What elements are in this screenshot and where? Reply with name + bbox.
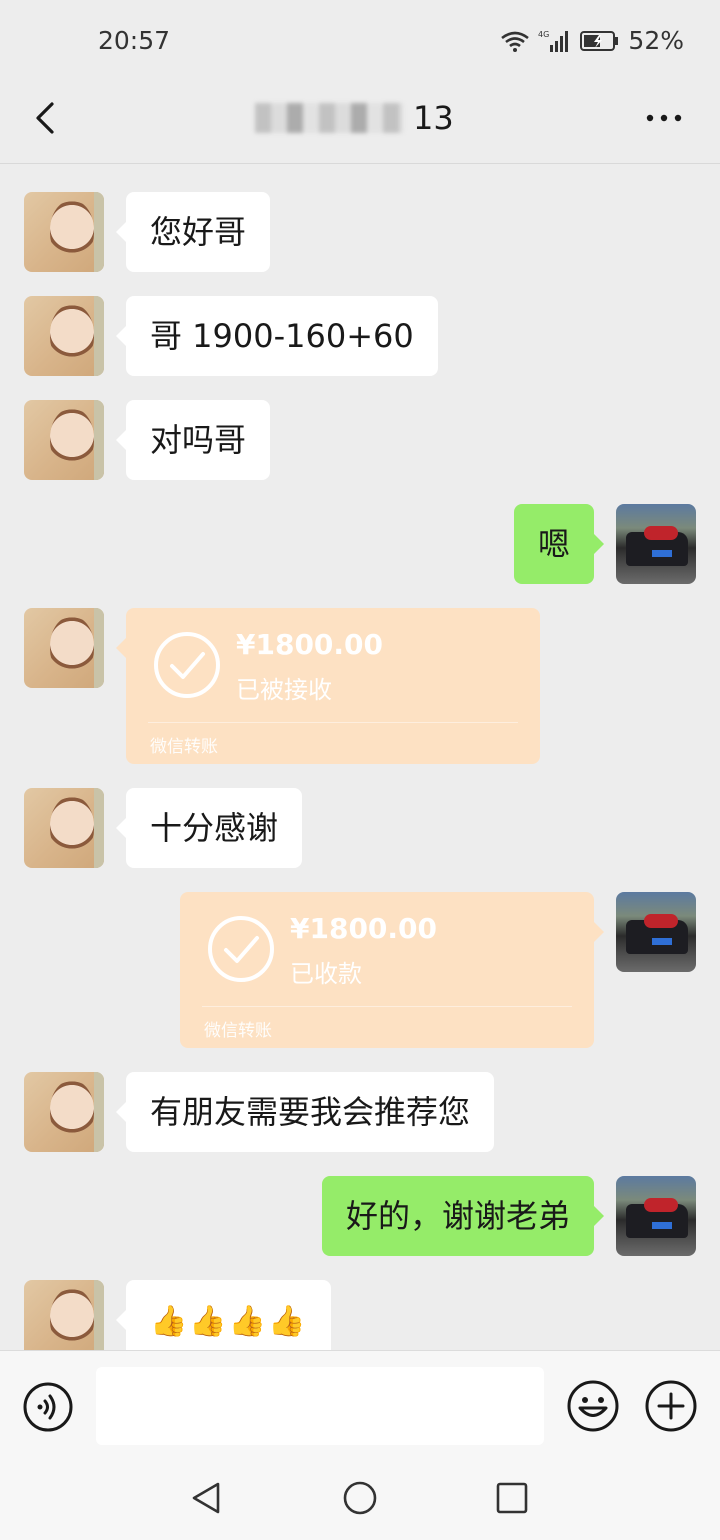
transfer-amount: ¥1800.00 <box>290 912 438 945</box>
wifi-icon <box>501 31 530 52</box>
transfer-card[interactable]: ¥1800.00 已被接收 微信转账 <box>116 608 540 764</box>
status-bar: 20:57 4G 52% <box>0 0 720 84</box>
avatar[interactable] <box>616 892 696 972</box>
message-bubble[interactable]: 十分感谢 <box>115 788 303 868</box>
network-type: 4G <box>538 30 549 39</box>
message-bubble[interactable]: 好的，谢谢老弟 <box>321 1176 605 1256</box>
plus-icon[interactable] <box>644 1379 698 1433</box>
divider <box>202 1006 572 1007</box>
avatar[interactable] <box>616 1176 696 1256</box>
battery-icon <box>580 30 619 51</box>
avatar[interactable] <box>616 504 696 584</box>
transfer-amount: ¥1800.00 <box>236 628 384 661</box>
avatar[interactable] <box>24 400 104 480</box>
avatar[interactable] <box>24 788 104 868</box>
emoji-icon[interactable] <box>566 1379 620 1433</box>
message-input[interactable] <box>96 1367 544 1445</box>
voice-icon[interactable] <box>22 1381 74 1433</box>
nav-back-icon[interactable] <box>188 1480 224 1516</box>
message-bubble[interactable]: 有朋友需要我会推荐您 <box>115 1072 495 1152</box>
avatar[interactable] <box>24 1280 104 1360</box>
transfer-brand: 微信转账 <box>150 737 218 757</box>
input-bar <box>0 1350 720 1460</box>
battery-percent: 52% <box>628 26 684 55</box>
avatar[interactable] <box>24 1072 104 1152</box>
chat-title: 13 <box>255 98 454 138</box>
transfer-card[interactable]: ¥1800.00 已收款 微信转账 <box>180 892 604 1048</box>
check-circle-icon <box>208 916 274 982</box>
transfer-status: 已被接收 <box>236 676 332 704</box>
avatar[interactable] <box>24 296 104 376</box>
check-circle-icon <box>154 632 220 698</box>
message-bubble[interactable]: 您好哥 <box>115 192 271 272</box>
status-time: 20:57 <box>98 26 171 55</box>
avatar[interactable] <box>24 192 104 272</box>
system-navigation-bar <box>0 1460 720 1540</box>
transfer-brand: 微信转账 <box>204 1021 272 1041</box>
status-icons: 4G 52% <box>500 26 684 55</box>
signal-icon: 4G <box>538 30 569 52</box>
redacted-name <box>255 103 403 133</box>
message-bubble[interactable]: 对吗哥 <box>115 400 271 480</box>
nav-home-icon[interactable] <box>342 1480 378 1516</box>
back-icon[interactable] <box>28 98 68 138</box>
message-bubble[interactable]: 嗯 <box>513 504 605 584</box>
more-icon[interactable] <box>644 106 684 130</box>
avatar[interactable] <box>24 608 104 688</box>
chat-header: 13 <box>0 84 720 164</box>
transfer-status: 已收款 <box>290 960 362 988</box>
chat-title-suffix: 13 <box>413 99 454 137</box>
message-bubble[interactable]: 哥 1900-160+60 <box>116 296 438 376</box>
divider <box>148 722 518 723</box>
nav-recents-icon[interactable] <box>494 1480 530 1516</box>
message-bubble[interactable]: 👍👍👍👍 <box>115 1280 332 1360</box>
